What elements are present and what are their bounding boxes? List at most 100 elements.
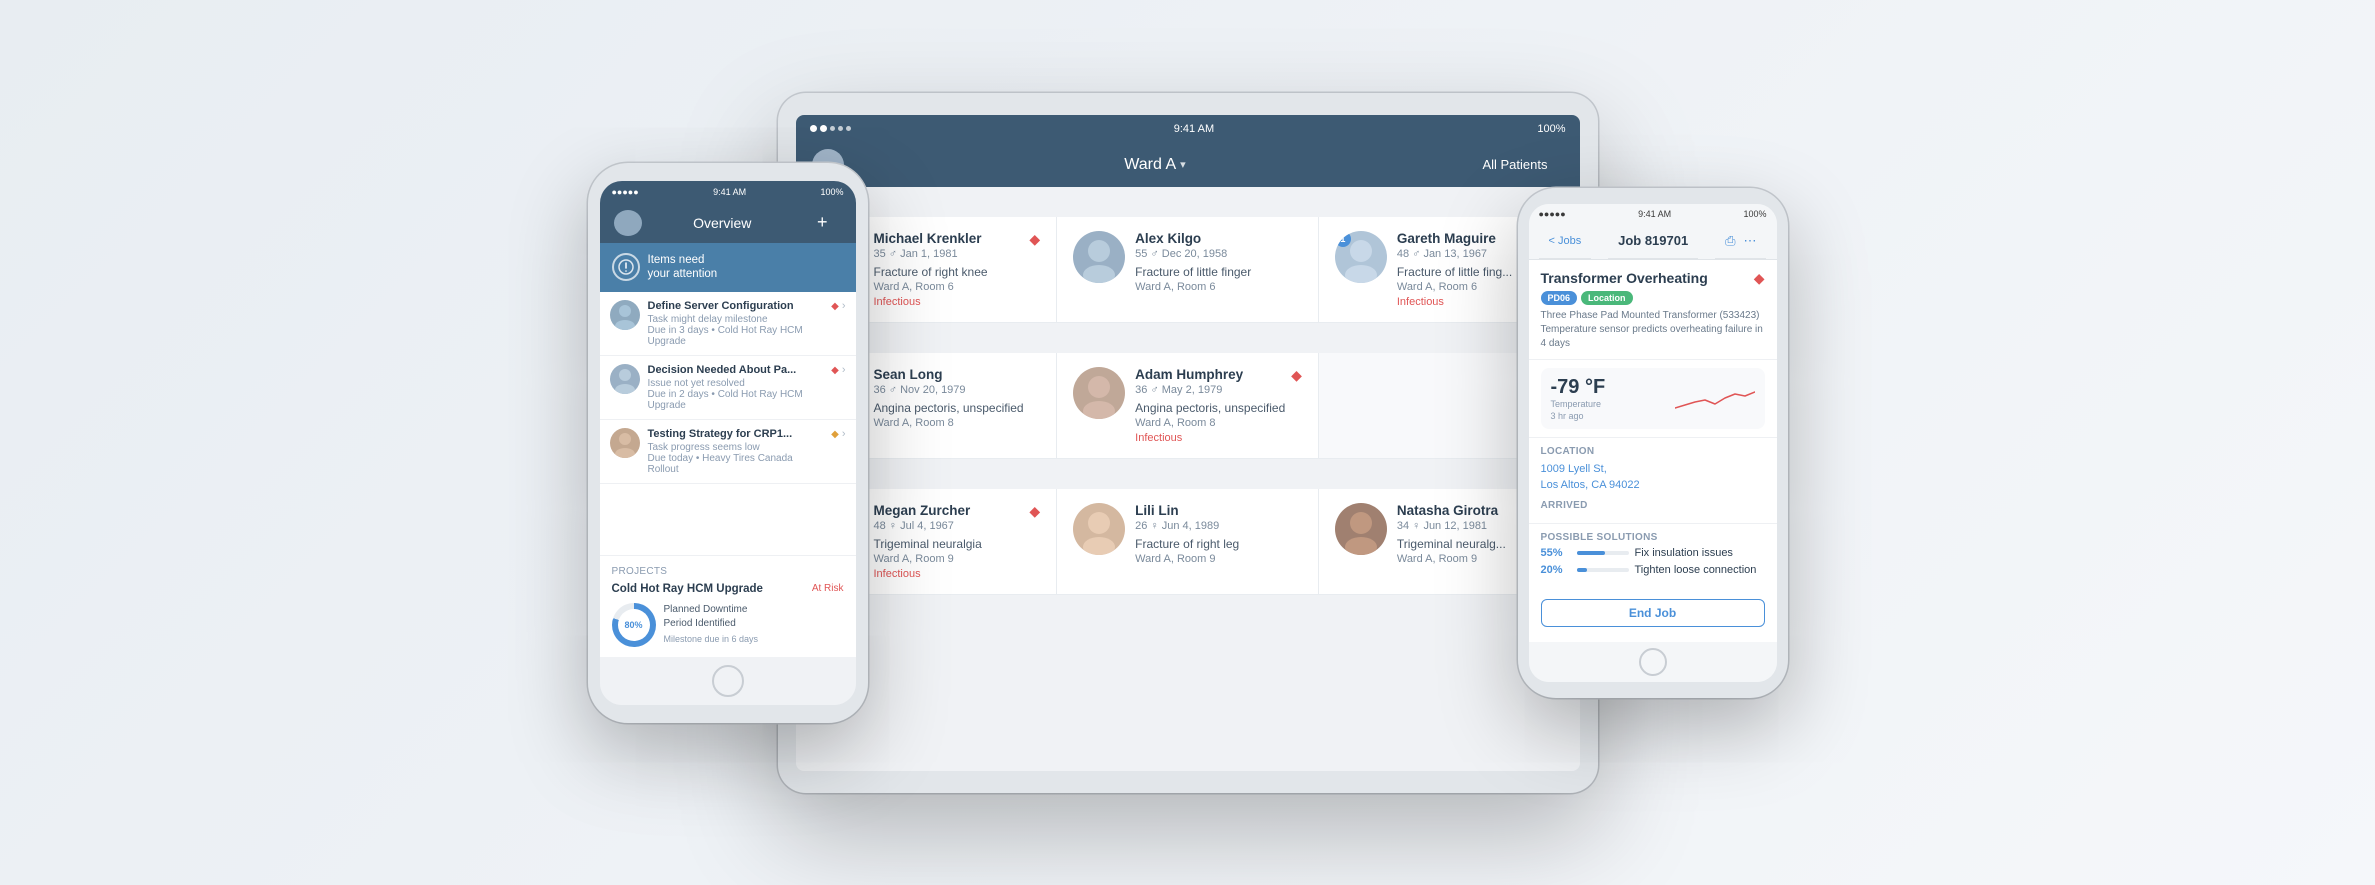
- solution-text-1: Fix insulation issues: [1635, 547, 1765, 559]
- solution-pct-1: 55%: [1541, 547, 1571, 559]
- solution-bar-2: [1577, 568, 1587, 572]
- patient-name-krenkler: Michael Krenkler: [874, 231, 982, 246]
- patient-meta-lin: 26 ♀ Jun 4, 1989: [1135, 520, 1302, 532]
- address-line1: 1009 Lyell St,: [1541, 463, 1607, 475]
- solution-bar-1: [1577, 551, 1606, 555]
- project-row: Cold Hot Ray HCM Upgrade At Risk: [612, 583, 844, 595]
- patient-avatar-humphrey: [1073, 367, 1125, 419]
- progress-milestone: Milestone due in 6 days: [664, 633, 759, 646]
- patient-card-humphrey[interactable]: Adam Humphrey ◆ 36 ♂ May 2, 1979 Angina …: [1057, 353, 1319, 458]
- patient-diagnosis-zurcher: Trigeminal neuralgia: [874, 537, 1041, 551]
- patient-name-humphrey: Adam Humphrey: [1135, 367, 1243, 382]
- task-arrow-3: ›: [842, 428, 846, 440]
- job-id-label: Job 819701: [1608, 223, 1698, 259]
- tablet-ward-title[interactable]: Ward A ▾: [1108, 143, 1201, 187]
- room-label-8: ROOM 8: [796, 323, 1580, 353]
- task-item-1[interactable]: Define Server Configuration Task might d…: [600, 292, 856, 356]
- phone-left-header: Overview +: [600, 203, 856, 243]
- patient-location-krenkler: Ward A, Room 6: [874, 281, 1041, 293]
- temp-info: -79 °F Temperature 3 hr ago: [1551, 376, 1606, 421]
- task-icons-1: ◆ ›: [831, 300, 845, 312]
- patient-meta-long: 36 ♂ Nov 20, 1979: [874, 384, 1041, 396]
- task-avatar-1: [610, 300, 640, 330]
- phone-right-device: ●●●●● 9:41 AM 100% < Jobs Job 819701 ⎙ ⋯…: [1518, 188, 1788, 698]
- room-section-9: ROOM 9 7 Megan Zurcher ◆: [796, 459, 1580, 595]
- phone-left-user-avatar: [614, 210, 642, 236]
- job-header: Transformer Overheating ◆ PD06 Location …: [1529, 260, 1777, 360]
- job-description: Three Phase Pad Mounted Transformer (533…: [1541, 309, 1765, 351]
- patient-info-humphrey: Adam Humphrey ◆ 36 ♂ May 2, 1979 Angina …: [1135, 367, 1302, 444]
- patient-name-zurcher: Megan Zurcher: [874, 503, 971, 518]
- task-icons-2: ◆ ›: [831, 364, 845, 376]
- tablet-battery: 100%: [1537, 123, 1565, 135]
- arrived-label: Arrived: [1541, 500, 1765, 511]
- room-section-6: ROOM 6 8 Michael Krenkler ◆: [796, 187, 1580, 323]
- task-diamond-2: ◆: [831, 365, 839, 376]
- task-avatar-2: [610, 364, 640, 394]
- tablet-content: ROOM 6 8 Michael Krenkler ◆: [796, 187, 1580, 771]
- address-line2: Los Altos, CA 94022: [1541, 479, 1640, 491]
- task-sub1-1: Task might delay milestone: [648, 314, 824, 325]
- solution-bar-bg-2: [1577, 568, 1629, 572]
- phone-left-status-bar: ●●●●● 9:41 AM 100%: [600, 181, 856, 203]
- share-icon[interactable]: ⎙: [1725, 233, 1735, 249]
- job-priority-icon: ◆: [1754, 270, 1765, 287]
- patient-name-kilgo: Alex Kilgo: [1135, 231, 1201, 246]
- progress-desc-line2: Period Identified: [664, 617, 759, 631]
- more-icon[interactable]: ⋯: [1743, 233, 1756, 249]
- diamond-icon-zurcher: ◆: [1029, 503, 1040, 520]
- patient-meta-humphrey: 36 ♂ May 2, 1979: [1135, 384, 1302, 396]
- patient-card-kilgo[interactable]: Alex Kilgo 55 ♂ Dec 20, 1958 Fracture of…: [1057, 217, 1319, 322]
- tablet-status-bar: 9:41 AM 100%: [796, 115, 1580, 143]
- patient-info-kilgo: Alex Kilgo 55 ♂ Dec 20, 1958 Fracture of…: [1135, 231, 1302, 308]
- phone-right-status-bar: ●●●●● 9:41 AM 100%: [1529, 204, 1777, 224]
- task-body-3: Testing Strategy for CRP1... Task progre…: [648, 428, 824, 475]
- temperature-widget: -79 °F Temperature 3 hr ago: [1541, 368, 1765, 429]
- phone-right-home-area: [1529, 642, 1777, 682]
- patient-card-lin[interactable]: Lili Lin 26 ♀ Jun 4, 1989 Fracture of ri…: [1057, 489, 1319, 594]
- phone-right-signal: ●●●●●: [1539, 209, 1566, 219]
- task-icons-3: ◆ ›: [831, 428, 845, 440]
- room-cards-6: 8 Michael Krenkler ◆ 35 ♂ Jan 1, 1981 Fr…: [796, 217, 1580, 323]
- progress-circle: 80%: [612, 603, 656, 647]
- phone-left-screen: ●●●●● 9:41 AM 100% Overview + Items need…: [600, 181, 856, 705]
- end-job-button[interactable]: End Job: [1541, 599, 1765, 627]
- tablet-all-patients[interactable]: All Patients: [1466, 143, 1563, 187]
- patient-avatar-girotra: [1335, 503, 1387, 555]
- tablet-time: 9:41 AM: [1174, 123, 1214, 135]
- phone-left-home-button[interactable]: [712, 665, 744, 697]
- task-item-3[interactable]: Testing Strategy for CRP1... Task progre…: [600, 420, 856, 484]
- patient-diagnosis-krenkler: Fracture of right knee: [874, 265, 1041, 279]
- location-address: 1009 Lyell St, Los Altos, CA 94022: [1541, 461, 1765, 494]
- task-title-1: Define Server Configuration: [648, 300, 824, 312]
- room-label-6: ROOM 6: [796, 187, 1580, 217]
- attention-icon: [612, 253, 640, 281]
- patient-location-zurcher: Ward A, Room 9: [874, 553, 1041, 565]
- phone-left-title: Overview: [679, 203, 765, 243]
- temp-label: Temperature: [1551, 399, 1606, 409]
- solution-text-2: Tighten loose connection: [1635, 564, 1765, 576]
- task-diamond-1: ◆: [831, 301, 839, 312]
- back-to-jobs-button[interactable]: < Jobs: [1539, 223, 1592, 259]
- patient-meta-krenkler: 35 ♂ Jan 1, 1981: [874, 248, 1041, 260]
- room-cards-8: 3 Sean Long 36 ♂ Nov 20, 1979 Angina pec…: [796, 353, 1580, 459]
- task-body-1: Define Server Configuration Task might d…: [648, 300, 824, 347]
- progress-row: 80% Planned Downtime Period Identified M…: [612, 603, 844, 647]
- task-item-2[interactable]: Decision Needed About Pa... Issue not ye…: [600, 356, 856, 420]
- progress-desc-line1: Planned Downtime: [664, 603, 759, 617]
- patient-diagnosis-kilgo: Fracture of little finger: [1135, 265, 1302, 279]
- phone-right-time: 9:41 AM: [1638, 209, 1671, 219]
- project-status: At Risk: [812, 583, 844, 594]
- patient-info-zurcher: Megan Zurcher ◆ 48 ♀ Jul 4, 1967 Trigemi…: [874, 503, 1041, 580]
- phone-left-plus-btn[interactable]: +: [803, 203, 842, 243]
- task-arrow-2: ›: [842, 364, 846, 376]
- tablet-device: 9:41 AM 100% Ward A ▾ All Patients ROOM …: [778, 93, 1598, 793]
- task-sub2-1: Due in 3 days • Cold Hot Ray HCM Upgrade: [648, 325, 824, 347]
- patient-diagnosis-humphrey: Angina pectoris, unspecified: [1135, 401, 1302, 415]
- tablet-screen: 9:41 AM 100% Ward A ▾ All Patients ROOM …: [796, 115, 1580, 771]
- job-title-text: Transformer Overheating: [1541, 270, 1708, 286]
- temperature-chart: [1675, 380, 1755, 416]
- phone-right-home-button[interactable]: [1639, 648, 1667, 676]
- task-avatar-3: [610, 428, 640, 458]
- patient-tag-humphrey: Infectious: [1135, 432, 1302, 444]
